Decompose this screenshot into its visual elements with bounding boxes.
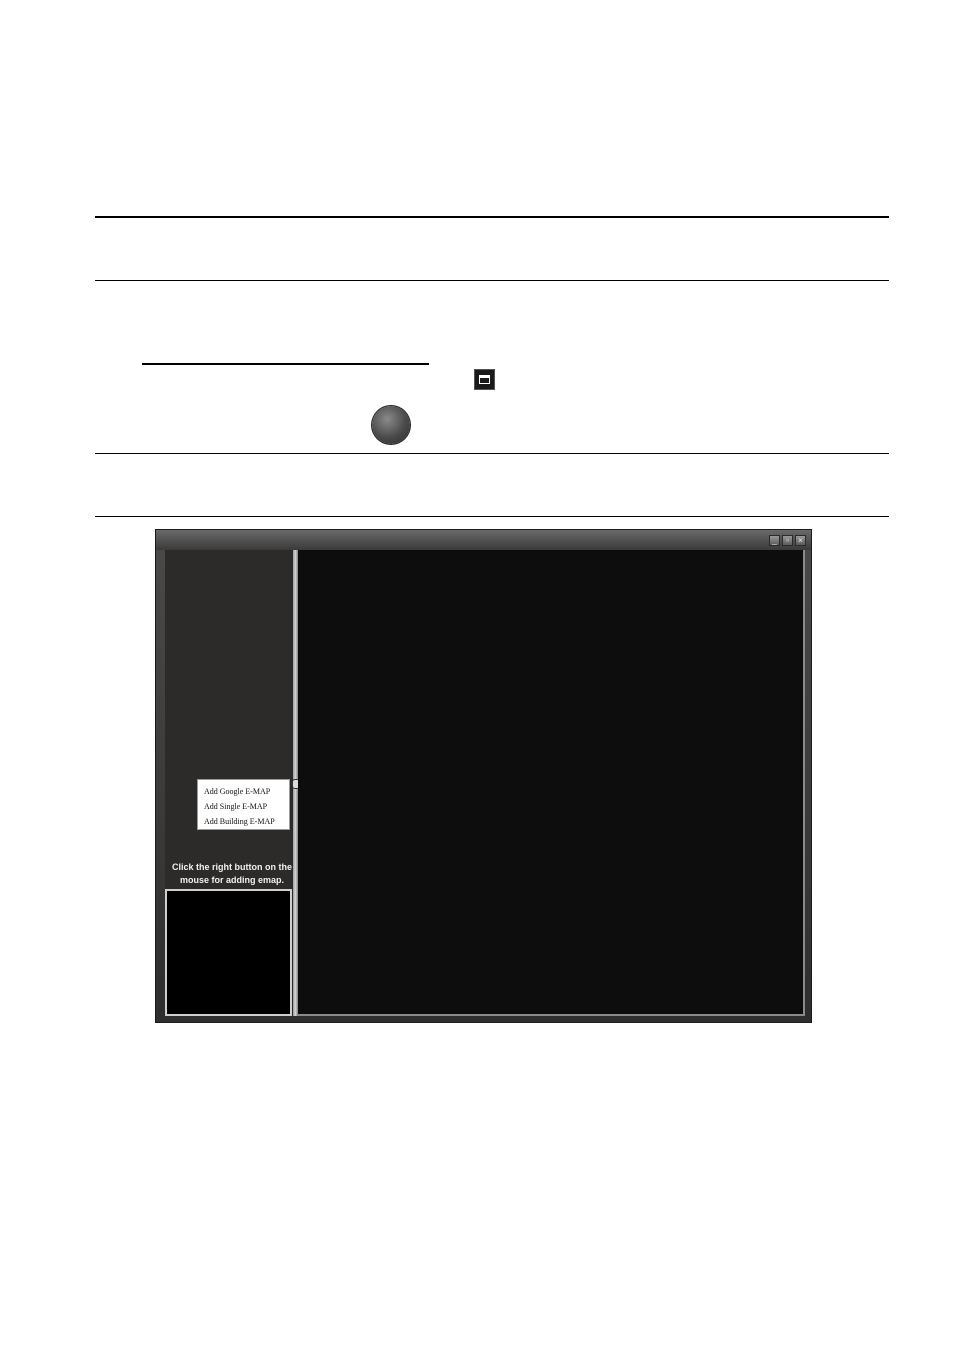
section-rule-1 [95,280,889,281]
emap-display-area[interactable] [298,550,805,1016]
emap-preview [165,889,292,1016]
top-rule [95,216,889,218]
menu-item-add-google-emap[interactable]: Add Google E-MAP [198,784,289,799]
title-bar[interactable]: _ ▫ × [156,530,811,550]
menu-item-add-building-emap[interactable]: Add Building E-MAP [198,814,289,829]
underline-rule [142,363,429,365]
add-emap-hint: Click the right button on the mouse for … [165,861,299,887]
close-button[interactable]: × [795,535,806,546]
section-rule-2 [95,453,889,454]
window-icon [474,369,495,390]
hint-line-1: Click the right button on the [172,862,292,872]
maximize-button[interactable]: ▫ [782,535,793,546]
emap-window: _ ▫ × Add Google E-MAP Add Single E-MAP … [155,529,812,1023]
minimize-button[interactable]: _ [769,535,780,546]
hint-line-2: mouse for adding emap. [179,875,284,885]
context-menu: Add Google E-MAP Add Single E-MAP Add Bu… [197,779,290,830]
section-rule-3 [95,516,889,517]
emap-button-icon [372,406,410,444]
menu-item-add-single-emap[interactable]: Add Single E-MAP [198,799,289,814]
